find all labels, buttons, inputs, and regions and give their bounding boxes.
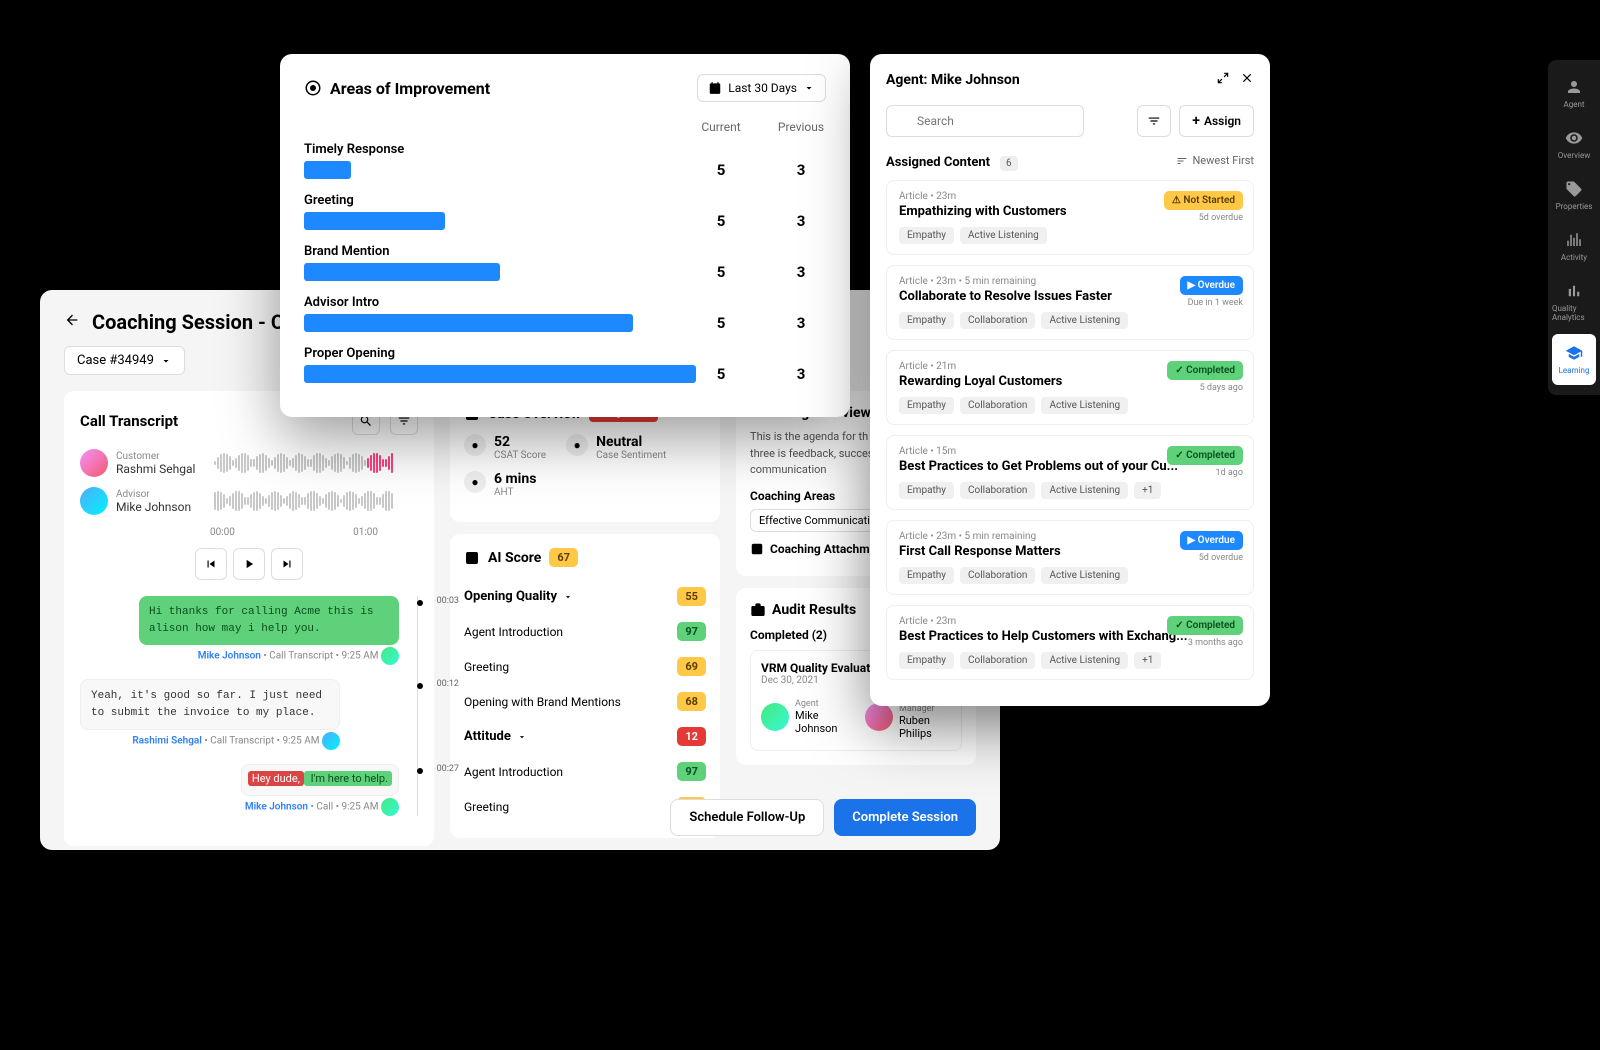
tag: Active Listening — [1041, 312, 1128, 329]
nav-agent[interactable]: Agent — [1548, 68, 1600, 119]
score-item: Agent Introduction97 — [464, 614, 706, 649]
next-button[interactable] — [271, 548, 303, 580]
score-item: Greeting69 — [464, 649, 706, 684]
date-range-picker[interactable]: Last 30 Days — [697, 74, 826, 102]
waveform[interactable] — [214, 451, 418, 475]
transcript-title: Call Transcript — [80, 412, 178, 430]
status-badge: ✓ Completed — [1167, 616, 1243, 635]
time-end: 01:00 — [353, 527, 378, 538]
content-item[interactable]: Article • 15mBest Practices to Get Probl… — [886, 435, 1254, 510]
face-icon: ● — [566, 434, 588, 456]
nav-properties[interactable]: Properties — [1548, 170, 1600, 221]
time-start: 00:00 — [210, 527, 235, 538]
status-badge: ✓ Completed — [1167, 446, 1243, 465]
nav-overview[interactable]: Overview — [1548, 119, 1600, 170]
sort-icon — [1176, 155, 1188, 167]
close-icon[interactable] — [1240, 70, 1254, 89]
agent-panel: Agent: Mike Johnson +Assign Assigned Con… — [870, 54, 1270, 706]
ai-total-score: 67 — [549, 548, 578, 567]
tag: Collaboration — [960, 482, 1035, 499]
search-input[interactable] — [886, 105, 1084, 137]
waveform[interactable] — [214, 489, 418, 513]
play-button[interactable] — [233, 548, 265, 580]
clock-icon: ● — [464, 471, 486, 493]
message-row: Yeah, it's good so far. I just need to s… — [80, 679, 399, 750]
expand-icon[interactable] — [1216, 70, 1230, 89]
message-row: Hey dude, I'm here to help.Mike Johnson … — [80, 764, 399, 816]
qm-avatar — [865, 703, 893, 731]
schedule-followup-button[interactable]: Schedule Follow-Up — [670, 799, 824, 836]
status-badge: ✓ Completed — [1167, 361, 1243, 380]
score-group[interactable]: Opening Quality 55 — [464, 579, 706, 614]
score-group[interactable]: Attitude 12 — [464, 719, 706, 754]
tag: Active Listening — [1041, 652, 1128, 669]
metric-row: Timely Response53 — [304, 142, 826, 179]
chevron-down-icon — [563, 592, 573, 602]
content-item[interactable]: Article • 23m • 5 min remainingCollabora… — [886, 265, 1254, 340]
coaching-area-chip[interactable]: Effective Communicati — [750, 509, 879, 532]
tag: Active Listening — [1041, 482, 1128, 499]
content-item[interactable]: Article • 23m • 5 min remainingFirst Cal… — [886, 520, 1254, 595]
tag: +1 — [1134, 652, 1161, 669]
metric-row: Brand Mention53 — [304, 244, 826, 281]
calendar-icon — [708, 81, 722, 95]
content-item[interactable]: Article • 21mRewarding Loyal CustomersEm… — [886, 350, 1254, 425]
message-row: Hi thanks for calling Acme this is aliso… — [80, 596, 399, 665]
tag: Collaboration — [960, 397, 1035, 414]
target-icon — [304, 79, 322, 97]
status-badge: ⚠ Not Started — [1164, 191, 1243, 210]
agent-title: Agent: Mike Johnson — [886, 72, 1020, 88]
back-arrow-icon[interactable] — [64, 312, 80, 332]
improvement-panel: Areas of Improvement Last 30 Days Curren… — [280, 54, 850, 417]
nav-activity[interactable]: Activity — [1548, 221, 1600, 272]
chevron-down-icon — [517, 732, 527, 742]
metric-row: Greeting53 — [304, 193, 826, 230]
tag: Empathy — [899, 567, 954, 584]
tag: Active Listening — [960, 227, 1047, 244]
participant-row: AdvisorMike Johnson — [80, 487, 418, 515]
case-dropdown[interactable]: Case #34949 — [64, 346, 185, 375]
tag: Empathy — [899, 482, 954, 499]
call-transcript-card: Call Transcript CustomerRashmi Sehgal Adv… — [64, 391, 434, 846]
nav-quality[interactable]: Quality Analytics — [1548, 272, 1600, 332]
tag: Collaboration — [960, 652, 1035, 669]
ai-icon — [464, 550, 480, 566]
chevron-down-icon — [803, 82, 815, 94]
tag: Empathy — [899, 652, 954, 669]
tag: Active Listening — [1041, 567, 1128, 584]
tag: Empathy — [899, 312, 954, 329]
status-badge: ▶ Overdue — [1180, 531, 1244, 550]
tag: +1 — [1134, 482, 1161, 499]
status-badge: ▶ Overdue — [1180, 276, 1244, 295]
content-item[interactable]: Article • 23mBest Practices to Help Cust… — [886, 605, 1254, 680]
score-item: Agent Introduction97 — [464, 754, 706, 789]
heart-icon: ● — [464, 434, 486, 456]
audit-icon — [750, 602, 766, 618]
avatar — [80, 449, 108, 477]
nav-learning[interactable]: Learning — [1552, 334, 1596, 385]
chevron-down-icon — [160, 355, 172, 367]
agent-avatar — [761, 703, 789, 731]
sort-dropdown[interactable]: Newest First — [1176, 154, 1254, 167]
assign-button[interactable]: +Assign — [1179, 105, 1254, 137]
tag: Active Listening — [1041, 397, 1128, 414]
avatar — [80, 487, 108, 515]
metric-row: Advisor Intro53 — [304, 295, 826, 332]
prev-button[interactable] — [195, 548, 227, 580]
tag: Empathy — [899, 227, 954, 244]
tag: Collaboration — [960, 567, 1035, 584]
right-nav: AgentOverviewPropertiesActivityQuality A… — [1548, 60, 1600, 395]
tag: Empathy — [899, 397, 954, 414]
filter-button[interactable] — [1137, 105, 1171, 137]
tag: Collaboration — [960, 312, 1035, 329]
participant-row: CustomerRashmi Sehgal — [80, 449, 418, 477]
content-item[interactable]: Article • 23mEmpathizing with CustomersE… — [886, 180, 1254, 255]
score-item: Opening with Brand Mentions68 — [464, 684, 706, 719]
metric-row: Proper Opening53 — [304, 346, 826, 383]
attachment-icon — [750, 542, 764, 556]
complete-session-button[interactable]: Complete Session — [834, 799, 976, 836]
